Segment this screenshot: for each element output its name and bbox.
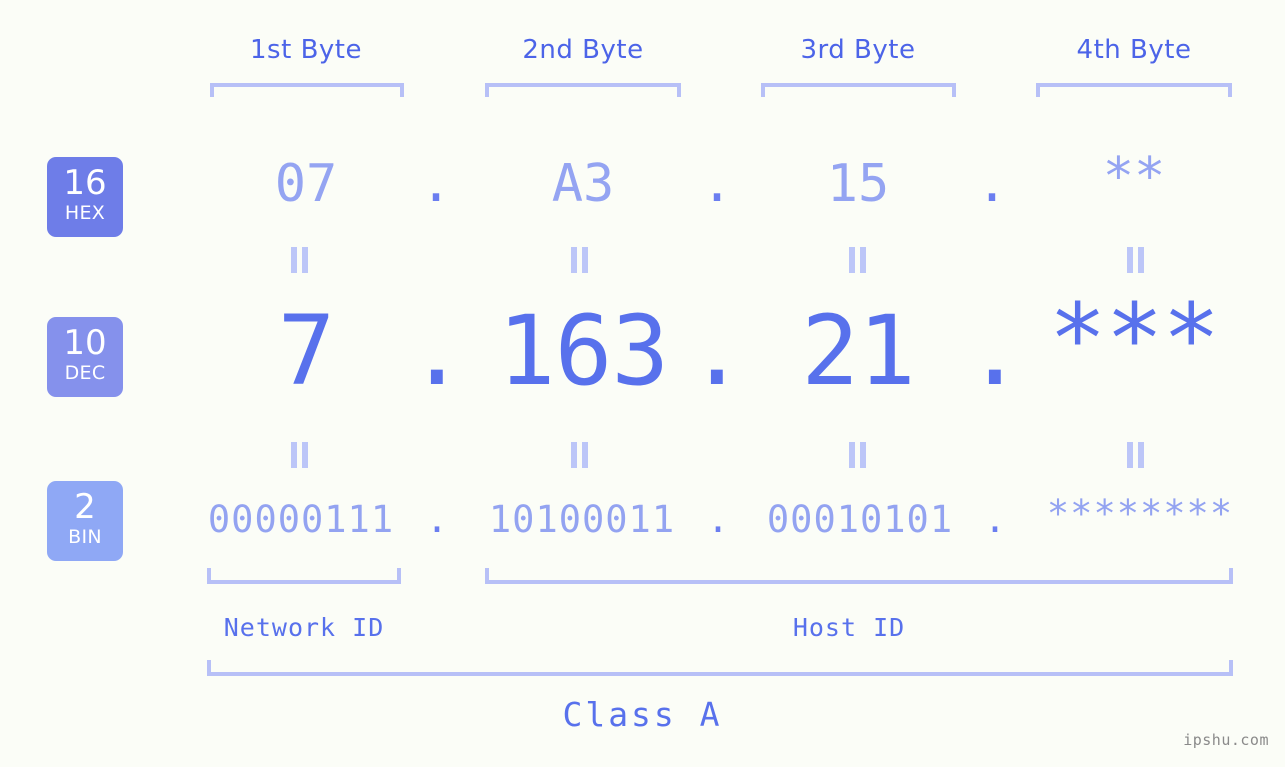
radix-badge-dec: 10 DEC	[47, 317, 123, 397]
hex-byte-1: 07	[274, 154, 338, 214]
site-watermark: ipshu.com	[1183, 731, 1269, 749]
byte-header-1: 1st Byte	[250, 35, 362, 65]
bin-separator-3: .	[983, 498, 1007, 541]
byte-header-3: 3rd Byte	[800, 35, 916, 65]
equals-connector-hex-dec-1	[288, 247, 312, 273]
host-id-label: Host ID	[792, 613, 906, 642]
hex-separator-1: .	[420, 154, 452, 214]
hex-byte-3: 15	[826, 154, 890, 214]
class-label: Class A	[562, 695, 723, 734]
radix-badge-hex: 16 HEX	[47, 157, 123, 237]
byte-header-2: 2nd Byte	[522, 35, 644, 65]
hex-byte-4: **	[1102, 147, 1166, 207]
equals-connector-dec-bin-3	[846, 442, 870, 468]
bin-byte-3: 00010101	[766, 498, 954, 541]
radix-badge-hex-word: HEX	[64, 202, 106, 224]
byte-bracket-top-4	[1036, 83, 1232, 97]
bin-byte-4: ********	[1046, 492, 1234, 535]
equals-connector-dec-bin-4	[1124, 442, 1148, 468]
radix-badge-bin-number: 2	[74, 487, 96, 527]
radix-badge-dec-word: DEC	[64, 362, 106, 384]
byte-bracket-top-3	[761, 83, 956, 97]
bin-separator-1: .	[425, 498, 449, 541]
radix-badge-dec-number: 10	[63, 323, 107, 363]
equals-connector-hex-dec-4	[1124, 247, 1148, 273]
equals-connector-dec-bin-1	[288, 442, 312, 468]
byte-bracket-top-2	[485, 83, 681, 97]
bin-byte-2: 10100011	[488, 498, 676, 541]
equals-connector-dec-bin-2	[568, 442, 592, 468]
radix-badge-bin: 2 BIN	[47, 481, 123, 561]
dec-byte-4: ***	[1048, 283, 1220, 395]
dec-byte-2: 163	[497, 295, 669, 407]
bin-byte-1: 00000111	[207, 498, 395, 541]
equals-connector-hex-dec-2	[568, 247, 592, 273]
byte-header-4: 4th Byte	[1076, 35, 1192, 65]
bin-separator-2: .	[706, 498, 730, 541]
network-id-bracket	[207, 568, 401, 584]
class-bracket	[207, 660, 1233, 676]
network-id-label: Network ID	[223, 613, 385, 642]
equals-connector-hex-dec-3	[846, 247, 870, 273]
hex-byte-2: A3	[551, 154, 615, 214]
byte-bracket-top-1	[210, 83, 404, 97]
radix-badge-bin-word: BIN	[68, 526, 102, 548]
host-id-bracket	[485, 568, 1233, 584]
dec-byte-3: 21	[801, 295, 916, 407]
radix-badge-hex-number: 16	[63, 163, 107, 203]
